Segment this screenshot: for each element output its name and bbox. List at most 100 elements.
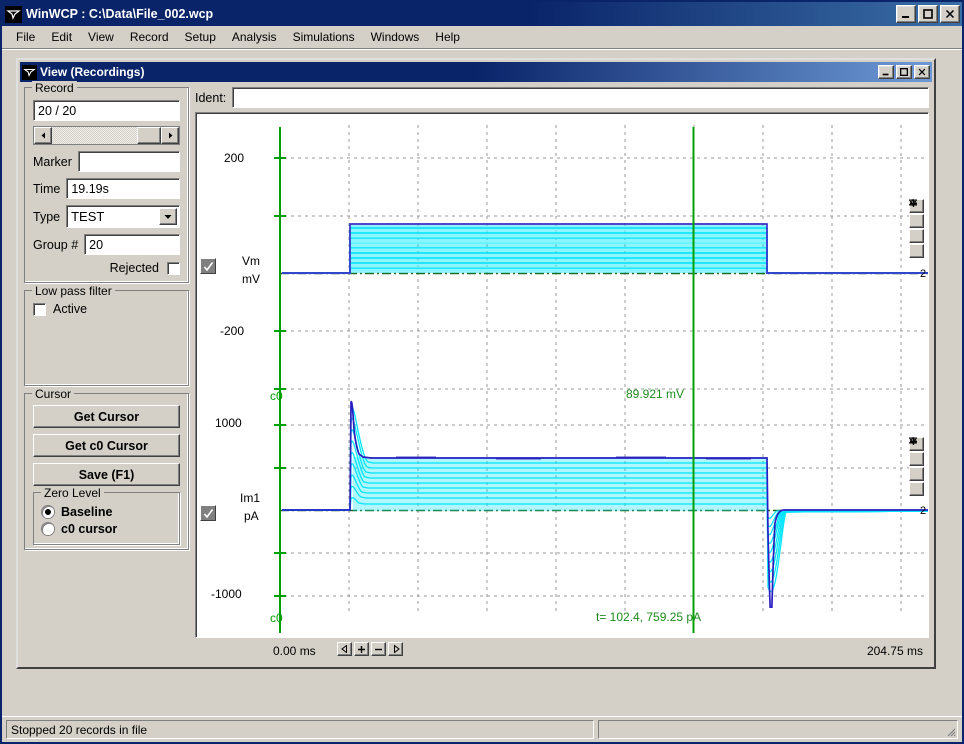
menu-item-record[interactable]: Record — [122, 28, 177, 46]
im1-minus-icon[interactable] — [909, 467, 924, 481]
time-axis-row: 0.00 ms — [195, 638, 929, 664]
im1-c0-label: c0 — [270, 611, 283, 625]
app-logo-icon — [5, 6, 22, 23]
menu-item-edit[interactable]: Edit — [43, 28, 80, 46]
time-nav-buttons — [337, 642, 403, 656]
time-row: Time 19.19s — [33, 178, 180, 199]
view-window-titlebar: View (Recordings) — [20, 62, 932, 82]
view-window-title: View (Recordings) — [40, 65, 878, 79]
cursor-group: Cursor Get Cursor Get c0 Cursor Save (F1… — [24, 393, 189, 550]
scroll-track[interactable] — [52, 127, 161, 144]
im1-plus-icon[interactable] — [909, 452, 924, 466]
left-control-column: Record 20 / 20 — [21, 85, 189, 664]
im1-gain-buttons — [909, 437, 924, 496]
cursor-group-label: Cursor — [32, 387, 74, 401]
type-select[interactable]: TEST — [66, 205, 180, 228]
lowpass-filter-group: Low pass filter Active — [24, 290, 189, 386]
save-button[interactable]: Save (F1) — [33, 463, 180, 486]
time-end-label: 204.75 ms — [867, 644, 923, 658]
prev-icon[interactable] — [337, 642, 352, 656]
view-close-button[interactable] — [914, 65, 930, 79]
main-titlebar: WinWCP : C:\Data\File_002.wcp — [2, 2, 962, 26]
main-window-title: WinWCP : C:\Data\File_002.wcp — [26, 7, 896, 21]
menu-item-windows[interactable]: Windows — [363, 28, 428, 46]
vm-cursor-readout: 89.921 mV — [626, 387, 684, 401]
type-row: Type TEST — [33, 205, 180, 228]
time-label: Time — [33, 182, 60, 196]
close-button[interactable] — [940, 5, 960, 23]
group-num-row: Group # 20 — [33, 234, 180, 255]
maximize-button[interactable] — [918, 5, 938, 23]
marker-row: Marker — [33, 151, 180, 172]
group-num-label: Group # — [33, 238, 78, 252]
view-window-controls — [878, 65, 930, 79]
lowpass-active-checkbox[interactable] — [33, 303, 46, 316]
record-index-field[interactable]: 20 / 20 — [33, 100, 180, 121]
vm-gain-buttons — [909, 199, 924, 258]
vm-down-icon[interactable] — [909, 244, 924, 258]
chevron-down-icon[interactable] — [159, 208, 177, 225]
vm-axis-units: mV — [242, 272, 260, 286]
time-start-label: 0.00 ms — [273, 644, 316, 658]
rejected-checkbox[interactable] — [167, 262, 180, 275]
zoom-in-icon[interactable] — [354, 642, 369, 656]
vm-minus-icon[interactable] — [909, 229, 924, 243]
zoom-out-icon[interactable] — [371, 642, 386, 656]
vm-plus-icon[interactable] — [909, 214, 924, 228]
im1-ytick-1000: 1000 — [215, 416, 242, 430]
view-maximize-button[interactable] — [896, 65, 912, 79]
im1-channel-toggle[interactable] — [200, 505, 216, 521]
grid-vertical — [349, 125, 901, 613]
rejected-row: Rejected — [33, 261, 180, 275]
menu-item-file[interactable]: File — [8, 28, 43, 46]
status-left-text: Stopped 20 records in file — [6, 720, 594, 739]
view-recordings-window: View (Recordings) — [16, 58, 936, 669]
vm-y-axis — [274, 127, 286, 403]
im1-down-icon[interactable] — [909, 482, 924, 496]
record-group: Record 20 / 20 — [24, 87, 189, 283]
menu-item-view[interactable]: View — [80, 28, 122, 46]
ident-input[interactable] — [232, 87, 929, 108]
next-icon[interactable] — [388, 642, 403, 656]
menu-item-analysis[interactable]: Analysis — [224, 28, 285, 46]
time-input[interactable]: 19.19s — [66, 178, 180, 199]
type-value: TEST — [67, 206, 157, 227]
vm-c0-label: c0 — [270, 389, 283, 403]
get-c0-cursor-button[interactable]: Get c0 Cursor — [33, 434, 180, 457]
zero-option-baseline[interactable]: Baseline — [42, 505, 171, 519]
view-window-body: Record 20 / 20 — [18, 82, 934, 667]
record-scrollbar[interactable] — [33, 126, 180, 145]
status-right-pane — [598, 720, 958, 739]
im1-cursor-readout: t= 102.4, 759.25 pA — [596, 610, 701, 624]
marker-input[interactable] — [78, 151, 180, 172]
type-label: Type — [33, 210, 60, 224]
group-num-input[interactable]: 20 — [84, 234, 180, 255]
menu-item-simulations[interactable]: Simulations — [285, 28, 363, 46]
baseline-radio[interactable] — [42, 506, 54, 518]
get-cursor-button[interactable]: Get Cursor — [33, 405, 180, 428]
im1-axis-title: Im1 — [240, 491, 260, 505]
c0-cursor-radio[interactable] — [42, 523, 54, 535]
ident-row: Ident: — [195, 87, 929, 108]
zero-option-c0cursor[interactable]: c0 cursor — [42, 522, 171, 536]
view-minimize-button[interactable] — [878, 65, 894, 79]
waveform-plot-pane[interactable]: 2 — [195, 112, 929, 638]
menu-item-setup[interactable]: Setup — [177, 28, 224, 46]
main-window-controls — [896, 5, 960, 23]
vm-channel-number: 2 — [920, 268, 926, 280]
baseline-label: Baseline — [61, 505, 112, 519]
resize-grip-icon[interactable] — [944, 725, 956, 737]
vm-channel-toggle[interactable] — [200, 258, 216, 274]
vm-ytick-200: 200 — [224, 151, 244, 165]
menu-bar: File Edit View Record Setup Analysis Sim… — [2, 26, 962, 48]
scroll-right-button[interactable] — [161, 127, 179, 144]
vm-ytick-neg200: -200 — [220, 324, 244, 338]
view-window-icon — [22, 65, 37, 80]
vm-axis-title: Vm — [242, 254, 260, 268]
minimize-button[interactable] — [896, 5, 916, 23]
record-group-label: Record — [32, 81, 77, 95]
application-window: WinWCP : C:\Data\File_002.wcp File Edit … — [0, 0, 964, 744]
scroll-left-button[interactable] — [34, 127, 52, 144]
menu-item-help[interactable]: Help — [427, 28, 468, 46]
scroll-thumb[interactable] — [137, 127, 161, 144]
